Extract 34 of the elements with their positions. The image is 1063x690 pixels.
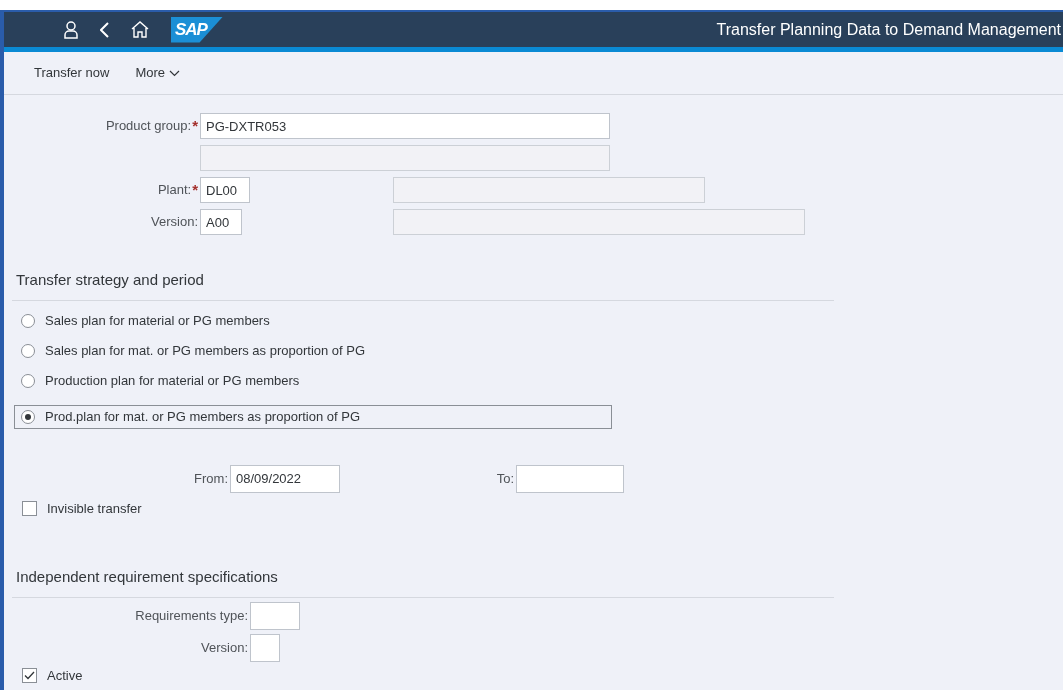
radio-option[interactable]: Sales plan for material or PG members bbox=[14, 308, 612, 333]
section-title: Independent requirement specifications bbox=[16, 567, 279, 587]
input-field[interactable]: A00 bbox=[200, 209, 242, 235]
checkbox-label: Invisible transfer bbox=[47, 499, 142, 518]
input-field[interactable]: DL00 bbox=[200, 177, 250, 203]
field-label: Plant: bbox=[157, 181, 192, 200]
more-menu-button[interactable]: More bbox=[135, 61, 180, 85]
required-mark: * bbox=[192, 115, 198, 136]
radio-option[interactable]: Production plan for material or PG members bbox=[14, 368, 612, 393]
chevron-down-icon bbox=[169, 69, 180, 77]
required-mark: * bbox=[192, 179, 198, 200]
checkbox[interactable] bbox=[22, 667, 37, 683]
field-label: Product group: bbox=[105, 117, 192, 136]
input-field[interactable] bbox=[250, 633, 280, 662]
toolbar-button[interactable]: Transfer now bbox=[34, 61, 110, 85]
section-title: Transfer strategy and period bbox=[16, 270, 205, 290]
date-field[interactable]: 08/09/2022 bbox=[230, 464, 340, 493]
date-field[interactable] bbox=[516, 464, 624, 493]
user-icon[interactable] bbox=[64, 20, 78, 39]
field-label: Version: bbox=[201, 638, 248, 657]
radio-option[interactable]: Prod.plan for mat. or PG members as proportion of PG bbox=[14, 404, 612, 429]
checkbox-label: Active bbox=[47, 666, 83, 685]
radio-option[interactable]: Sales plan for mat. or PG members as proportion of PG bbox=[14, 338, 612, 363]
input-field[interactable] bbox=[250, 601, 300, 630]
back-icon[interactable] bbox=[100, 21, 109, 38]
logo[interactable]: SAP bbox=[171, 16, 223, 43]
input-field[interactable]: PG-DXTR053 bbox=[200, 113, 610, 139]
field-label: To: bbox=[496, 469, 514, 488]
field-label: Requirements type: bbox=[135, 606, 248, 625]
checkbox[interactable] bbox=[22, 500, 37, 516]
field-label: Version: bbox=[151, 213, 198, 232]
page-title: Transfer Planning Data to Demand Management bbox=[716, 19, 1062, 40]
field-label: From: bbox=[194, 469, 228, 488]
home-icon[interactable] bbox=[131, 21, 149, 38]
